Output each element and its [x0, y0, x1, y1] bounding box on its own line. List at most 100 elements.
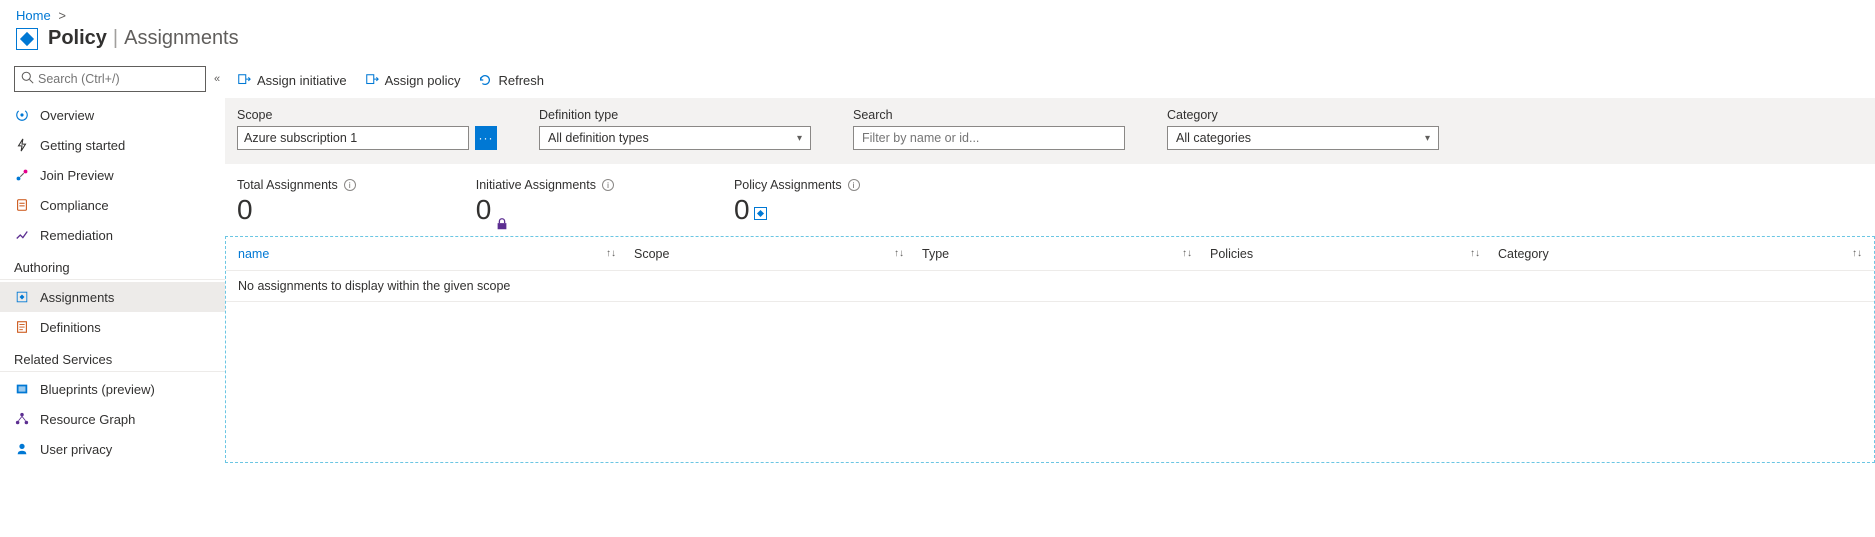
filter-bar: Scope Azure subscription 1 ··· Definitio… — [225, 98, 1875, 164]
refresh-button[interactable]: Refresh — [478, 73, 544, 88]
remediation-icon — [14, 228, 30, 242]
sidebar-item-blueprints[interactable]: Blueprints (preview) — [0, 374, 225, 404]
column-label: name — [238, 247, 269, 261]
chevron-down-icon: ▾ — [797, 133, 802, 144]
search-filter-input[interactable] — [862, 131, 1116, 145]
title-separator: | — [113, 27, 118, 50]
button-label: Assign policy — [385, 73, 461, 88]
sidebar-item-getting-started[interactable]: Getting started — [0, 130, 225, 160]
column-label: Policies — [1210, 247, 1253, 261]
sidebar-item-label: Blueprints (preview) — [40, 382, 155, 397]
column-policies[interactable]: Policies — [1210, 247, 1470, 261]
search-icon — [21, 71, 34, 87]
sidebar-item-definitions[interactable]: Definitions — [0, 312, 225, 342]
assign-initiative-icon — [237, 73, 251, 87]
sidebar-item-resource-graph[interactable]: Resource Graph — [0, 404, 225, 434]
category-select[interactable]: All categories ▾ — [1167, 126, 1439, 150]
sidebar-item-label: Overview — [40, 108, 94, 123]
sidebar-item-user-privacy[interactable]: User privacy — [0, 434, 225, 464]
definition-type-label: Definition type — [539, 108, 811, 122]
column-label: Category — [1498, 247, 1549, 261]
sort-icon[interactable]: ↑↓ — [1470, 248, 1480, 259]
stat-policy-assignments: Policy Assignments i 0 — [734, 178, 860, 226]
assign-policy-icon — [365, 73, 379, 87]
compliance-icon — [14, 198, 30, 212]
search-filter-label: Search — [853, 108, 1125, 122]
scope-picker-button[interactable]: ··· — [475, 126, 497, 150]
policy-icon — [16, 28, 38, 50]
stat-label: Total Assignments — [237, 178, 338, 192]
sidebar-search-input[interactable] — [38, 72, 199, 86]
sidebar-item-label: Join Preview — [40, 168, 114, 183]
page-subtitle: Assignments — [124, 27, 239, 50]
column-name[interactable]: name — [226, 247, 606, 261]
button-label: Refresh — [498, 73, 544, 88]
sort-icon[interactable]: ↑↓ — [1838, 248, 1874, 259]
definitions-icon — [14, 320, 30, 334]
sidebar: « Overview Getting started Join Preview … — [0, 62, 225, 484]
sidebar-search[interactable] — [14, 66, 206, 92]
sidebar-item-join-preview[interactable]: Join Preview — [0, 160, 225, 190]
resource-graph-icon — [14, 412, 30, 426]
sidebar-item-label: Assignments — [40, 290, 114, 305]
table-empty-message: No assignments to display within the giv… — [226, 271, 1874, 302]
overview-icon — [14, 108, 30, 122]
breadcrumb-home[interactable]: Home — [16, 8, 51, 23]
button-label: Assign initiative — [257, 73, 347, 88]
sidebar-item-label: Getting started — [40, 138, 125, 153]
stat-total-assignments: Total Assignments i 0 — [237, 178, 356, 226]
sidebar-item-label: Remediation — [40, 228, 113, 243]
sort-icon[interactable]: ↑↓ — [894, 248, 904, 259]
sidebar-section-related: Related Services — [0, 342, 225, 372]
category-label: Category — [1167, 108, 1439, 122]
scope-value: Azure subscription 1 — [244, 131, 357, 145]
stat-label: Initiative Assignments — [476, 178, 596, 192]
stat-value: 0 — [734, 194, 750, 226]
column-label: Scope — [634, 247, 669, 261]
lightning-icon — [14, 138, 30, 152]
sidebar-item-label: User privacy — [40, 442, 112, 457]
sidebar-item-remediation[interactable]: Remediation — [0, 220, 225, 250]
collapse-sidebar-button[interactable]: « — [214, 73, 220, 85]
breadcrumb: Home > — [0, 0, 1875, 23]
sidebar-item-compliance[interactable]: Compliance — [0, 190, 225, 220]
info-icon[interactable]: i — [602, 179, 614, 191]
definition-type-select[interactable]: All definition types ▾ — [539, 126, 811, 150]
sort-icon[interactable]: ↑↓ — [1182, 248, 1192, 259]
stat-initiative-assignments: Initiative Assignments i 0 — [476, 178, 614, 226]
sidebar-item-label: Definitions — [40, 320, 101, 335]
table-header: name ↑↓ Scope ↑↓ Type ↑↓ Policies — [226, 237, 1874, 271]
column-type[interactable]: Type — [922, 247, 1182, 261]
stat-label: Policy Assignments — [734, 178, 842, 192]
stats-row: Total Assignments i 0 Initiative Assignm… — [225, 164, 1875, 236]
stat-value: 0 — [237, 194, 253, 226]
breadcrumb-separator: > — [58, 8, 66, 23]
stat-value: 0 — [476, 194, 492, 226]
info-icon[interactable]: i — [344, 179, 356, 191]
toolbar: Assign initiative Assign policy Refresh — [225, 62, 1875, 98]
page-title: Policy — [48, 27, 107, 50]
main-content: Assign initiative Assign policy Refresh … — [225, 62, 1875, 484]
column-scope[interactable]: Scope — [634, 247, 894, 261]
blueprints-icon — [14, 382, 30, 396]
info-icon[interactable]: i — [848, 179, 860, 191]
sort-icon[interactable]: ↑↓ — [606, 248, 616, 259]
scope-input[interactable]: Azure subscription 1 — [237, 126, 469, 150]
column-category[interactable]: Category — [1498, 247, 1838, 261]
initiative-icon — [495, 206, 509, 220]
search-filter[interactable] — [853, 126, 1125, 150]
policy-mini-icon — [754, 207, 767, 220]
page-header: Policy | Assignments — [0, 23, 1875, 62]
refresh-icon — [478, 73, 492, 87]
assign-policy-button[interactable]: Assign policy — [365, 73, 461, 88]
assign-initiative-button[interactable]: Assign initiative — [237, 73, 347, 88]
assignments-table: name ↑↓ Scope ↑↓ Type ↑↓ Policies — [225, 236, 1875, 463]
user-privacy-icon — [14, 442, 30, 456]
sidebar-item-label: Resource Graph — [40, 412, 135, 427]
scope-label: Scope — [237, 108, 497, 122]
sidebar-item-assignments[interactable]: Assignments — [0, 282, 225, 312]
sidebar-item-overview[interactable]: Overview — [0, 100, 225, 130]
sidebar-section-authoring: Authoring — [0, 250, 225, 280]
preview-icon — [14, 168, 30, 182]
sidebar-item-label: Compliance — [40, 198, 109, 213]
